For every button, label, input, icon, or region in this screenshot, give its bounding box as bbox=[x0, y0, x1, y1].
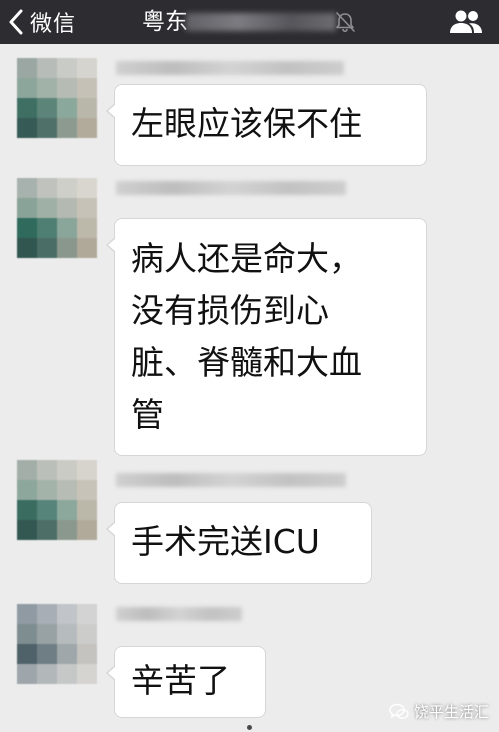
avatar[interactable] bbox=[17, 460, 97, 540]
scroll-indicator bbox=[247, 725, 252, 730]
avatar[interactable] bbox=[17, 604, 97, 684]
chat-title-redacted bbox=[186, 13, 336, 31]
chevron-left-icon bbox=[9, 9, 23, 35]
wechat-logo-icon bbox=[389, 703, 409, 719]
avatar[interactable] bbox=[17, 58, 97, 138]
chat-message-list[interactable]: 左眼应该保不住 病人还是命大， 没有损伤到心 脏、脊髓和大血 管 手术完送ICU bbox=[0, 44, 499, 732]
avatar[interactable] bbox=[17, 178, 97, 258]
group-members-icon[interactable] bbox=[449, 8, 483, 36]
navigation-bar: 微信 粤东 bbox=[0, 0, 499, 44]
sender-name-redacted bbox=[116, 607, 242, 621]
message-bubble[interactable]: 左眼应该保不住 bbox=[106, 84, 427, 166]
message-bubble[interactable]: 病人还是命大， 没有损伤到心 脏、脊髓和大血 管 bbox=[106, 218, 427, 456]
sender-name-redacted bbox=[116, 181, 346, 195]
watermark-text: 饶平生活汇 bbox=[413, 703, 489, 721]
back-label: 微信 bbox=[30, 12, 77, 37]
sender-name-redacted bbox=[116, 473, 346, 487]
mute-bell-icon bbox=[336, 12, 355, 33]
back-button[interactable]: 微信 bbox=[8, 6, 76, 38]
watermark: 饶平生活汇 bbox=[389, 701, 489, 722]
message-bubble[interactable]: 手术完送ICU bbox=[106, 502, 372, 584]
chat-title: 粤东 bbox=[142, 9, 188, 35]
message-bubble[interactable]: 辛苦了 bbox=[106, 646, 266, 718]
sender-name-redacted bbox=[116, 61, 344, 75]
